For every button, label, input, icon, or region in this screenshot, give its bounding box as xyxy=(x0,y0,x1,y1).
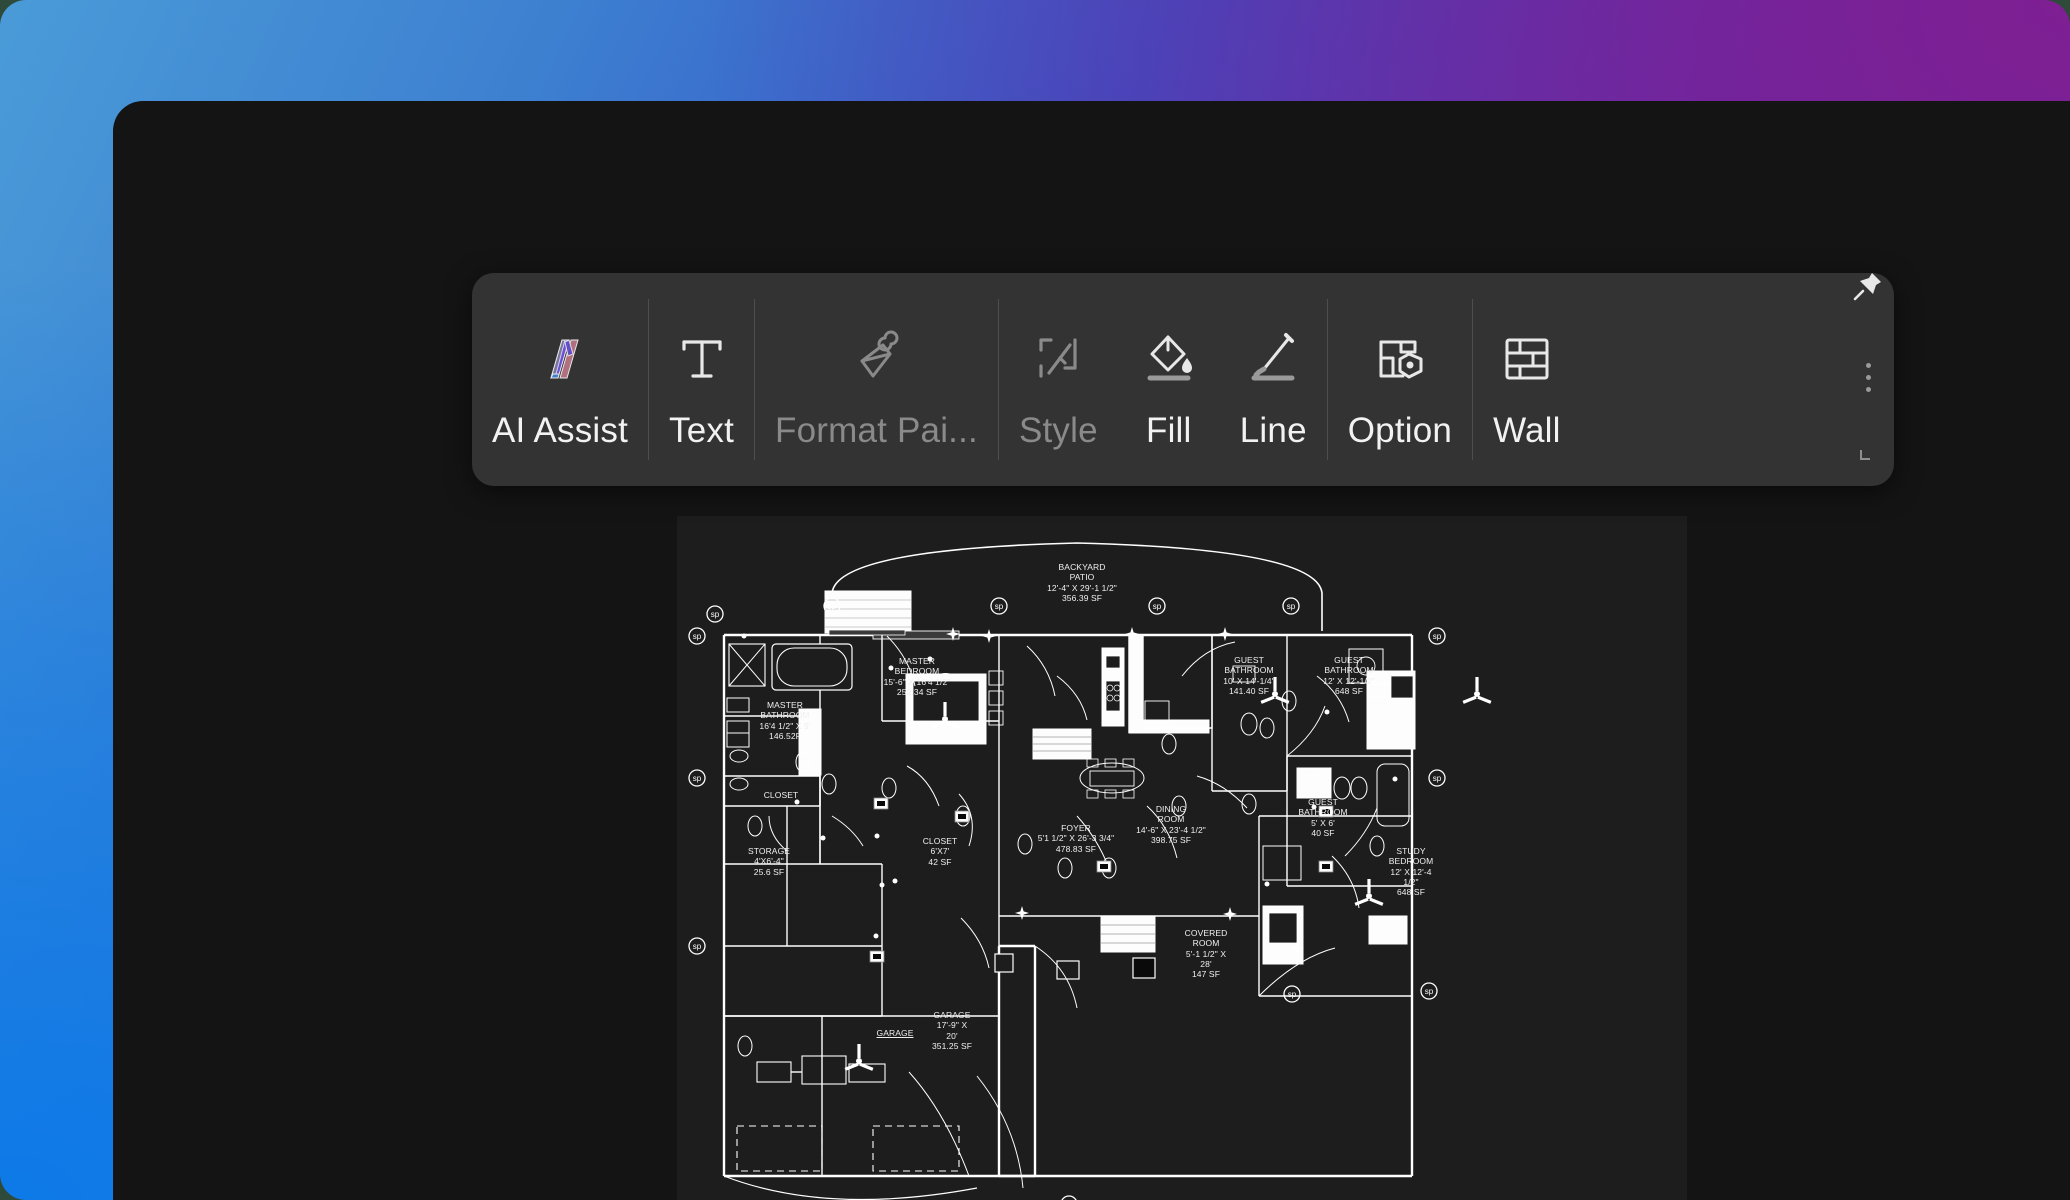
app-window: sp xyxy=(113,101,2070,1200)
resize-handle-icon[interactable] xyxy=(1858,447,1878,472)
floating-toolbar[interactable]: AI Assist Text Format Pai... Style Fill … xyxy=(472,273,1894,486)
toolbar-controls xyxy=(1848,273,1888,486)
toolbar-item-line[interactable]: Line xyxy=(1220,273,1327,486)
toolbar-label-fill: Fill xyxy=(1146,411,1192,450)
line-pen-icon xyxy=(1242,311,1304,407)
toolbar-item-option[interactable]: Option xyxy=(1328,273,1472,486)
toolbar-label-format-painter: Format Pai... xyxy=(775,411,978,450)
floor-plan-canvas[interactable]: sp xyxy=(677,516,1687,1200)
format-painter-icon xyxy=(845,311,907,407)
wall-icon xyxy=(1496,311,1558,407)
pin-icon[interactable] xyxy=(1851,269,1885,308)
toolbar-label-ai-assist: AI Assist xyxy=(492,411,629,450)
overflow-menu-icon[interactable] xyxy=(1865,363,1871,392)
toolbar-label-line: Line xyxy=(1239,411,1307,450)
toolbar-item-style[interactable]: Style xyxy=(999,273,1118,486)
toolbar-item-wall[interactable]: Wall xyxy=(1473,273,1581,486)
toolbar-item-fill[interactable]: Fill xyxy=(1118,273,1220,486)
floor-plan-drawing[interactable]: sp xyxy=(677,516,1687,1200)
fill-bucket-icon xyxy=(1138,311,1200,407)
toolbar-label-style: Style xyxy=(1018,411,1098,450)
toolbar-item-ai-assist[interactable]: AI Assist xyxy=(472,273,648,486)
toolbar-label-text: Text xyxy=(669,411,735,450)
toolbar-label-wall: Wall xyxy=(1493,411,1561,450)
toolbar-item-text[interactable]: Text xyxy=(649,273,754,486)
style-icon xyxy=(1027,311,1089,407)
ai-assist-logo-icon xyxy=(529,311,591,407)
toolbar-label-option: Option xyxy=(1347,411,1453,450)
toolbar-item-format-painter[interactable]: Format Pai... xyxy=(755,273,998,486)
text-icon xyxy=(671,311,733,407)
option-icon xyxy=(1369,311,1431,407)
